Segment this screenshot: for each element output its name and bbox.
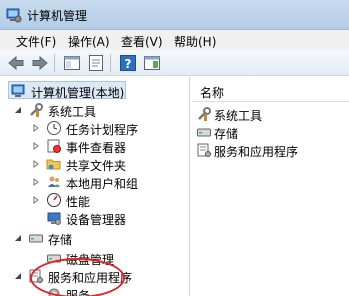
list-item[interactable]: 服务和应用程序 — [196, 141, 346, 159]
collapse-arrow-icon[interactable] — [14, 234, 22, 242]
performance-icon — [47, 193, 61, 207]
shared-folder-icon — [46, 159, 61, 170]
menu-help[interactable]: 帮助(H) — [174, 33, 216, 50]
expand-arrow-icon[interactable] — [32, 196, 40, 204]
tree-label: 存储 — [48, 233, 73, 247]
menu-file[interactable]: 文件(F) — [16, 33, 56, 50]
computer-management-window: 计算机管理 文件(F) 操作(A) 查看(V) 帮助(H) ? 计算机管理(本地… — [0, 0, 349, 296]
tree-item-task-scheduler[interactable]: 任务计划程序 — [32, 119, 188, 137]
tree-item-performance[interactable]: 性能 — [32, 191, 188, 209]
menu-bar: 文件(F) 操作(A) 查看(V) 帮助(H) — [0, 30, 349, 50]
menu-action[interactable]: 操作(A) — [68, 33, 110, 50]
toolbar-separator — [110, 54, 111, 72]
tree-item-shared-folders[interactable]: 共享文件夹 — [32, 155, 188, 173]
back-icon[interactable] — [6, 53, 26, 73]
tree-label: 任务计划程序 — [66, 123, 139, 137]
action-pane-icon[interactable] — [142, 53, 162, 73]
expand-arrow-icon[interactable] — [32, 124, 40, 132]
collapse-arrow-icon[interactable] — [14, 106, 22, 114]
clock-icon — [47, 121, 61, 135]
toolbar: ? — [0, 50, 349, 76]
storage-icon — [197, 128, 211, 137]
device-manager-icon — [47, 212, 61, 225]
expand-arrow-icon[interactable] — [32, 160, 40, 168]
window-title: 计算机管理 — [27, 9, 88, 23]
tree-item-local-users[interactable]: 本地用户和组 — [32, 173, 188, 191]
services-apps-icon — [197, 143, 211, 157]
tree-label: 本地用户和组 — [66, 177, 139, 191]
tree-label: 性能 — [66, 195, 91, 209]
tree-item-device-manager[interactable]: 设备管理器 — [46, 209, 188, 227]
tree-item-system-tools[interactable]: 系统工具 — [14, 101, 174, 119]
highlight-circle — [30, 258, 125, 296]
toolbar-separator — [54, 54, 55, 72]
storage-icon — [29, 234, 43, 243]
tree-item-root[interactable]: 计算机管理(本地) — [8, 81, 126, 100]
help-icon[interactable]: ? — [118, 53, 138, 73]
list-item-label: 存储 — [214, 127, 239, 141]
content-list: 名称 系统工具 存储 服务和应用程序 — [192, 77, 349, 296]
expand-arrow-icon[interactable] — [32, 178, 40, 186]
menu-view[interactable]: 查看(V) — [121, 33, 163, 50]
tree-label: 计算机管理(本地) — [31, 86, 125, 100]
tools-icon — [30, 103, 43, 117]
list-item-label: 服务和应用程序 — [214, 145, 299, 159]
tree-label: 共享文件夹 — [66, 159, 127, 173]
tree-label: 系统工具 — [48, 105, 97, 119]
collapse-arrow-icon[interactable] — [14, 272, 22, 280]
expand-arrow-icon[interactable] — [32, 142, 40, 150]
users-icon — [48, 176, 60, 187]
column-header-name[interactable]: 名称 — [192, 80, 349, 102]
forward-icon[interactable] — [30, 53, 50, 73]
column-header-label: 名称 — [200, 86, 225, 100]
show-tree-icon[interactable] — [62, 53, 82, 73]
tree-item-event-viewer[interactable]: 事件查看器 — [32, 137, 188, 155]
tree-label: 事件查看器 — [66, 141, 127, 155]
computer-management-icon — [6, 8, 22, 23]
tree-item-storage[interactable]: 存储 — [14, 229, 174, 247]
svg-text:?: ? — [125, 57, 132, 71]
properties-icon[interactable] — [86, 53, 106, 73]
computer-management-icon — [11, 84, 25, 97]
list-item-label: 系统工具 — [214, 109, 263, 123]
tree-label: 设备管理器 — [66, 213, 127, 227]
tools-icon — [198, 107, 211, 121]
event-viewer-icon — [47, 139, 61, 153]
list-item[interactable]: 存储 — [196, 123, 346, 141]
title-bar[interactable]: 计算机管理 — [0, 0, 349, 30]
list-item[interactable]: 系统工具 — [196, 105, 346, 123]
